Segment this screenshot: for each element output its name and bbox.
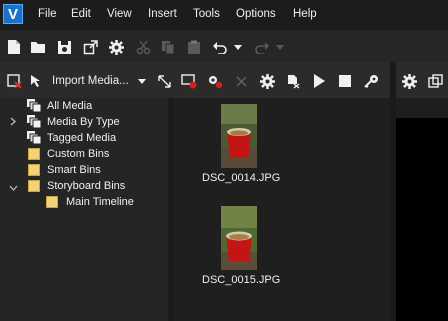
media-item[interactable]: DSC_0014.JPG (202, 104, 280, 184)
tree-item-storyboard-bins[interactable]: Storyboard Bins (0, 178, 168, 194)
preview-toolbar (396, 62, 448, 98)
media-by-type-icon (27, 115, 42, 129)
bin-folder-icon (28, 180, 40, 192)
tree-label: Media By Type (47, 116, 120, 128)
key-icon[interactable] (362, 72, 380, 90)
bin-folder-icon (28, 164, 40, 176)
menu-insert[interactable]: Insert (148, 8, 177, 20)
tree-item-custom-bins[interactable]: Custom Bins (0, 146, 168, 162)
media-thumbnail[interactable] (221, 206, 257, 270)
media-filename: DSC_0015.JPG (202, 274, 281, 286)
open-folder-icon[interactable] (29, 38, 47, 56)
close-panel-icon[interactable] (5, 72, 23, 90)
media-item[interactable]: DSC_0015.JPG (202, 206, 280, 286)
redo-dropdown-icon[interactable] (275, 38, 285, 56)
paste-icon[interactable] (185, 38, 203, 56)
settings-gear-icon[interactable] (107, 38, 125, 56)
preview-header-strip (396, 98, 448, 118)
tree-label: Tagged Media (47, 132, 117, 144)
stop-icon[interactable] (336, 72, 354, 90)
tree-item-main-timeline[interactable]: Main Timeline (0, 194, 168, 210)
tree-label: Custom Bins (47, 148, 110, 160)
menu-edit[interactable]: Edit (71, 8, 91, 20)
new-file-icon[interactable] (5, 38, 23, 56)
copy-icon[interactable] (159, 38, 177, 56)
undo-icon[interactable] (211, 38, 229, 56)
import-media-icon[interactable] (28, 72, 46, 90)
app-logo: V (3, 4, 23, 24)
tree-label: All Media (47, 100, 93, 112)
main-toolbar (0, 30, 448, 62)
media-tree: All Media Media By Type Tagged Media Cus… (0, 98, 168, 321)
import-dropdown-icon[interactable] (136, 72, 148, 90)
bin-folder-icon (28, 148, 40, 160)
collapse-chevron-icon[interactable] (9, 182, 18, 194)
media-panel-toolbar: Import Media... (0, 62, 448, 99)
cut-icon[interactable] (134, 38, 152, 56)
play-icon[interactable] (310, 72, 328, 90)
save-icon[interactable] (55, 38, 73, 56)
menu-options[interactable]: Options (236, 8, 276, 20)
gear-icon[interactable] (258, 72, 276, 90)
tree-label: Storyboard Bins (47, 180, 126, 192)
menu-bar: V File Edit View Insert Tools Options He… (0, 0, 448, 30)
tree-item-media-by-type[interactable]: Media By Type (0, 114, 168, 130)
import-media-button[interactable]: Import Media... (52, 75, 129, 87)
all-media-icon (27, 99, 42, 113)
tree-item-smart-bins[interactable]: Smart Bins (0, 162, 168, 178)
menu-tools[interactable]: Tools (193, 8, 220, 20)
expand-chevron-icon[interactable] (10, 117, 16, 129)
delete-icon[interactable] (232, 72, 250, 90)
tree-item-tagged-media[interactable]: Tagged Media (0, 130, 168, 146)
tagged-media-icon (27, 131, 42, 145)
preview-screen (396, 118, 448, 321)
effects-fx-icon[interactable] (284, 72, 302, 90)
tree-label: Main Timeline (66, 196, 134, 208)
menu-help[interactable]: Help (293, 8, 317, 20)
tree-item-all-media[interactable]: All Media (0, 98, 168, 114)
menu-file[interactable]: File (38, 8, 57, 20)
undo-dropdown-icon[interactable] (233, 38, 243, 56)
preview-window-icon[interactable] (426, 72, 444, 90)
redo-icon[interactable] (253, 38, 271, 56)
media-filename: DSC_0014.JPG (202, 172, 281, 184)
media-bin: DSC_0014.JPG DSC_0015.JPG (174, 98, 390, 321)
export-icon[interactable] (81, 38, 99, 56)
tree-label: Smart Bins (47, 164, 101, 176)
record-capture-icon[interactable] (180, 72, 198, 90)
pointer-arrows-icon[interactable] (155, 72, 173, 90)
bin-folder-icon (46, 196, 58, 208)
media-settings-icon[interactable] (206, 72, 224, 90)
menu-view[interactable]: View (107, 8, 132, 20)
media-thumbnail[interactable] (221, 104, 257, 168)
preview-gear-icon[interactable] (400, 72, 418, 90)
